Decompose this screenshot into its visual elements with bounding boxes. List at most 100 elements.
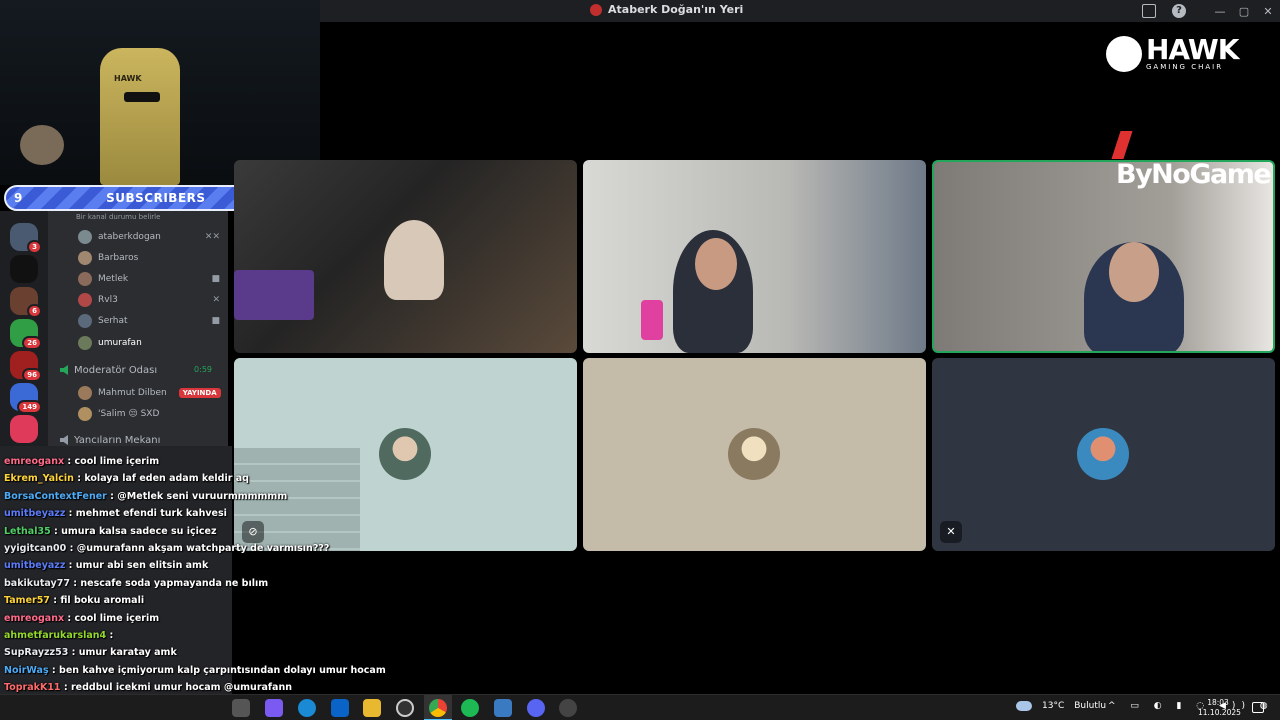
- voice-user[interactable]: 'Salim 😒 SXD: [78, 405, 224, 423]
- spotify-icon[interactable]: [461, 699, 479, 717]
- close-button[interactable]: ✕: [1256, 5, 1280, 18]
- voice-user[interactable]: ataberkdogan ✕✕: [78, 228, 224, 246]
- voice-channel-moderator[interactable]: Moderatör Odası 0:59: [60, 361, 224, 379]
- hawk-sponsor-logo: HAWK GAMING CHAIR: [1106, 33, 1239, 72]
- mute-icon: ✕: [940, 521, 962, 543]
- chat-separator: :: [64, 456, 75, 467]
- chat-username[interactable]: emreoganx: [4, 456, 64, 467]
- chat-username[interactable]: Tamer57: [4, 595, 50, 606]
- discord-icon[interactable]: [527, 699, 545, 717]
- window-titlebar: Ataberk Doğan'ın Yeri ? — ▢ ✕: [320, 0, 1280, 22]
- system-tray[interactable]: ^ ▭ ◐ ▮ ◌ ◀)) ◍: [1108, 701, 1274, 711]
- chat-username[interactable]: yyigitcan00: [4, 543, 66, 554]
- server-rail: 3 6 26 96 149: [0, 211, 48, 446]
- live-badge: YAYINDA: [178, 388, 221, 398]
- avatar: [78, 251, 92, 265]
- voice-user-name: Rvl3: [98, 295, 118, 305]
- status-hint[interactable]: Bir kanal durumu belirle: [76, 213, 160, 221]
- maximize-button[interactable]: ▢: [1232, 5, 1256, 18]
- notification-icon[interactable]: [1252, 702, 1264, 713]
- voice-user[interactable]: Mahmut Dilben YAYINDA: [78, 384, 224, 402]
- app-icon[interactable]: [494, 699, 512, 717]
- chat-username[interactable]: SupRayzz53: [4, 647, 68, 658]
- server-item[interactable]: 149: [10, 383, 42, 414]
- keyboard-light: [234, 270, 314, 320]
- participant-face: [695, 238, 737, 290]
- chat-message: emreoganx : cool lime içerim: [4, 456, 159, 473]
- voice-user[interactable]: umurafan: [78, 334, 224, 352]
- camera-icon: ■: [211, 316, 220, 326]
- outlook-icon[interactable]: [331, 699, 349, 717]
- obs-icon[interactable]: [559, 699, 577, 717]
- chat-message: umitbeyazz : umur abi sen elitsin amk: [4, 560, 208, 577]
- chat-separator: :: [106, 630, 114, 641]
- chat-username[interactable]: ahmetfarukarslan4: [4, 630, 106, 641]
- video-tile[interactable]: ⊘: [234, 358, 577, 551]
- weather-widget[interactable]: 13°C Bulutlu: [1016, 701, 1106, 711]
- voice-user[interactable]: Metlek ■: [78, 270, 224, 288]
- chat-text: kolaya laf eden adam keldir aq: [84, 473, 249, 485]
- inbox-icon[interactable]: [1142, 4, 1156, 18]
- chat-message: SupRayzz53 : umur karatay amk: [4, 647, 177, 664]
- copilot-icon[interactable]: [265, 699, 283, 717]
- chat-separator: :: [66, 543, 77, 554]
- chat-text: nescafe soda yapmayanda ne bılım: [80, 577, 269, 589]
- avatar: [78, 293, 92, 307]
- gaming-chair: HAWK: [100, 48, 180, 185]
- chat-username[interactable]: BorsaContextFener: [4, 491, 107, 502]
- voice-user-name: 'Salim 😒 SXD: [98, 409, 160, 419]
- chat-username[interactable]: NoirWaş: [4, 665, 49, 676]
- video-tile[interactable]: [583, 160, 926, 353]
- chat-username[interactable]: bakikutay77: [4, 578, 70, 589]
- chat-username[interactable]: ToprakK11: [4, 682, 61, 693]
- chat-username[interactable]: umitbeyazz: [4, 508, 65, 519]
- chat-username[interactable]: Lethal35: [4, 526, 51, 537]
- video-tile[interactable]: [583, 358, 926, 551]
- chat-username[interactable]: Ekrem_Yalcin: [4, 473, 74, 484]
- chat-separator: :: [48, 664, 60, 676]
- chat-username[interactable]: emreoganx: [4, 613, 64, 624]
- video-tile[interactable]: [234, 160, 577, 353]
- server-item[interactable]: [10, 415, 38, 443]
- clock-time: 18:03: [1207, 698, 1229, 707]
- server-item[interactable]: 96: [10, 351, 42, 382]
- speaker-icon: [60, 435, 68, 445]
- chat-separator: :: [65, 560, 76, 572]
- subscriber-current: 9: [14, 191, 23, 205]
- window-title: Ataberk Doğan'ın Yeri: [608, 3, 744, 16]
- hawk-name: HAWK: [1146, 33, 1239, 66]
- voice-user[interactable]: Serhat ■: [78, 312, 224, 330]
- video-tile[interactable]: ✕: [932, 358, 1275, 551]
- edge-icon[interactable]: [298, 699, 316, 717]
- chat-username[interactable]: umitbeyazz: [4, 560, 65, 571]
- channel-name: Moderatör Odası: [74, 364, 158, 376]
- server-item[interactable]: 6: [10, 287, 42, 318]
- chair-logo: HAWK: [114, 74, 142, 83]
- xbox-icon[interactable]: [396, 699, 414, 717]
- camera-icon: ■: [211, 274, 220, 284]
- server-item[interactable]: 26: [10, 319, 42, 350]
- chat-text: cool lime içerim: [74, 456, 160, 467]
- hawk-logo-icon: [1106, 36, 1142, 72]
- server-item[interactable]: 3: [10, 223, 42, 254]
- mute-icon: ✕: [212, 295, 220, 305]
- help-icon[interactable]: ?: [1172, 4, 1186, 18]
- chat-separator: :: [65, 508, 76, 520]
- file-explorer-icon[interactable]: [363, 699, 381, 717]
- task-view-icon[interactable]: [232, 699, 250, 717]
- voice-user-name: umurafan: [98, 338, 142, 348]
- voice-user[interactable]: Barbaros: [78, 249, 224, 267]
- avatar: [78, 272, 92, 286]
- voice-user[interactable]: Rvl3 ✕: [78, 291, 224, 309]
- chat-text: reddbul icekmi umur hocam @umurafann: [70, 682, 292, 694]
- clock[interactable]: 18:03 11.10.2025: [1198, 698, 1241, 718]
- chat-message: bakikutay77 : nescafe soda yapmayanda ne…: [4, 578, 268, 595]
- chat-message: BorsaContextFener : @Metlek seni vuruurm…: [4, 491, 287, 508]
- server-item[interactable]: [10, 255, 38, 283]
- chat-message: Ekrem_Yalcin : kolaya laf eden adam keld…: [4, 473, 249, 490]
- chrome-icon[interactable]: [429, 699, 447, 717]
- chat-separator: :: [50, 525, 62, 537]
- chat-text: @umurafann akşam watchparty de varmısın?…: [76, 543, 330, 554]
- minimize-button[interactable]: —: [1208, 5, 1232, 18]
- avatar: [78, 407, 92, 421]
